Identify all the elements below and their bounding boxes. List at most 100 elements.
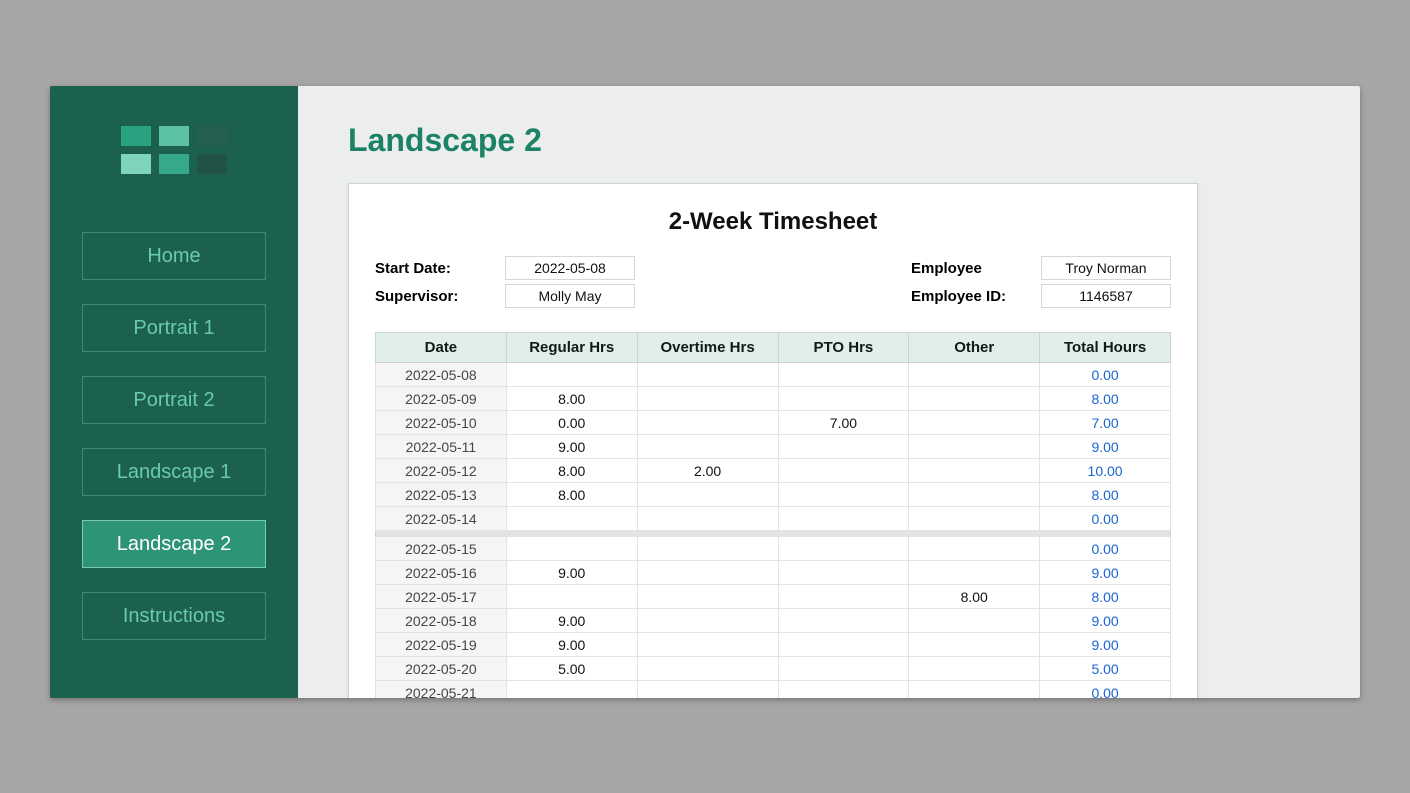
- regular-cell[interactable]: [506, 681, 637, 699]
- info-row-1: Start Date: 2022-05-08 Employee Troy Nor…: [375, 256, 1171, 280]
- date-cell: 2022-05-20: [376, 657, 507, 681]
- pto-cell[interactable]: [778, 459, 909, 483]
- table-row: 2022-05-140.00: [376, 507, 1171, 531]
- other-cell[interactable]: [909, 483, 1040, 507]
- overtime-cell[interactable]: [637, 387, 778, 411]
- regular-cell[interactable]: 8.00: [506, 387, 637, 411]
- table-row: 2022-05-100.007.007.00: [376, 411, 1171, 435]
- pto-cell[interactable]: [778, 387, 909, 411]
- sidebar-item-landscape-1[interactable]: Landscape 1: [82, 448, 266, 496]
- sidebar-nav: Home Portrait 1 Portrait 2 Landscape 1 Lands…: [82, 232, 266, 640]
- regular-cell[interactable]: 9.00: [506, 435, 637, 459]
- pto-cell[interactable]: [778, 585, 909, 609]
- table-row: 2022-05-205.005.00: [376, 657, 1171, 681]
- pto-cell[interactable]: [778, 633, 909, 657]
- other-cell[interactable]: [909, 387, 1040, 411]
- regular-cell[interactable]: [506, 507, 637, 531]
- supervisor-field[interactable]: Molly May: [505, 284, 635, 308]
- table-row: 2022-05-128.002.0010.00: [376, 459, 1171, 483]
- start-date-field[interactable]: 2022-05-08: [505, 256, 635, 280]
- pto-cell[interactable]: [778, 657, 909, 681]
- total-cell: 9.00: [1040, 633, 1171, 657]
- regular-cell[interactable]: [506, 363, 637, 387]
- other-cell[interactable]: [909, 459, 1040, 483]
- other-cell[interactable]: [909, 681, 1040, 699]
- regular-cell[interactable]: [506, 537, 637, 561]
- pto-cell[interactable]: [778, 537, 909, 561]
- other-cell[interactable]: [909, 561, 1040, 585]
- sidebar-item-landscape-2[interactable]: Landscape 2: [82, 520, 266, 568]
- other-cell[interactable]: [909, 537, 1040, 561]
- table-row: 2022-05-210.00: [376, 681, 1171, 699]
- regular-cell[interactable]: 0.00: [506, 411, 637, 435]
- other-cell[interactable]: [909, 363, 1040, 387]
- regular-cell[interactable]: [506, 585, 637, 609]
- date-cell: 2022-05-18: [376, 609, 507, 633]
- overtime-cell[interactable]: [637, 363, 778, 387]
- employee-label: Employee: [911, 260, 1041, 277]
- total-cell: 5.00: [1040, 657, 1171, 681]
- other-cell[interactable]: [909, 507, 1040, 531]
- employee-field[interactable]: Troy Norman: [1041, 256, 1171, 280]
- overtime-cell[interactable]: [637, 483, 778, 507]
- total-cell: 9.00: [1040, 561, 1171, 585]
- other-cell[interactable]: [909, 435, 1040, 459]
- overtime-cell[interactable]: [637, 507, 778, 531]
- other-cell[interactable]: [909, 609, 1040, 633]
- total-cell: 9.00: [1040, 609, 1171, 633]
- regular-cell[interactable]: 8.00: [506, 459, 637, 483]
- pto-cell[interactable]: [778, 609, 909, 633]
- pto-cell[interactable]: [778, 561, 909, 585]
- overtime-cell[interactable]: [637, 657, 778, 681]
- regular-cell[interactable]: 9.00: [506, 561, 637, 585]
- col-date: Date: [376, 333, 507, 363]
- other-cell[interactable]: [909, 657, 1040, 681]
- regular-cell[interactable]: 8.00: [506, 483, 637, 507]
- overtime-cell[interactable]: [637, 585, 778, 609]
- date-cell: 2022-05-16: [376, 561, 507, 585]
- sidebar-item-portrait-2[interactable]: Portrait 2: [82, 376, 266, 424]
- pto-cell[interactable]: [778, 507, 909, 531]
- total-cell: 8.00: [1040, 387, 1171, 411]
- total-cell: 0.00: [1040, 537, 1171, 561]
- employee-id-label: Employee ID:: [911, 288, 1041, 305]
- other-cell[interactable]: 8.00: [909, 585, 1040, 609]
- overtime-cell[interactable]: [637, 561, 778, 585]
- regular-cell[interactable]: 9.00: [506, 609, 637, 633]
- overtime-cell[interactable]: 2.00: [637, 459, 778, 483]
- content-area: Landscape 2 2-Week Timesheet Start Date:…: [298, 86, 1360, 698]
- table-header-row: Date Regular Hrs Overtime Hrs PTO Hrs Ot…: [376, 333, 1171, 363]
- col-regular: Regular Hrs: [506, 333, 637, 363]
- pto-cell[interactable]: [778, 681, 909, 699]
- table-row: 2022-05-080.00: [376, 363, 1171, 387]
- table-row: 2022-05-138.008.00: [376, 483, 1171, 507]
- sidebar-item-home[interactable]: Home: [82, 232, 266, 280]
- table-row: 2022-05-178.008.00: [376, 585, 1171, 609]
- overtime-cell[interactable]: [637, 681, 778, 699]
- regular-cell[interactable]: 9.00: [506, 633, 637, 657]
- app-frame: Home Portrait 1 Portrait 2 Landscape 1 Lands…: [50, 86, 1360, 698]
- pto-cell[interactable]: 7.00: [778, 411, 909, 435]
- overtime-cell[interactable]: [637, 537, 778, 561]
- timesheet-card: 2-Week Timesheet Start Date: 2022-05-08 …: [348, 183, 1198, 698]
- col-overtime: Overtime Hrs: [637, 333, 778, 363]
- logo-icon: [121, 126, 227, 174]
- pto-cell[interactable]: [778, 483, 909, 507]
- date-cell: 2022-05-09: [376, 387, 507, 411]
- total-cell: 8.00: [1040, 483, 1171, 507]
- pto-cell[interactable]: [778, 363, 909, 387]
- overtime-cell[interactable]: [637, 435, 778, 459]
- table-row: 2022-05-189.009.00: [376, 609, 1171, 633]
- other-cell[interactable]: [909, 633, 1040, 657]
- other-cell[interactable]: [909, 411, 1040, 435]
- date-cell: 2022-05-21: [376, 681, 507, 699]
- overtime-cell[interactable]: [637, 411, 778, 435]
- employee-id-field[interactable]: 1146587: [1041, 284, 1171, 308]
- sidebar-item-instructions[interactable]: Instructions: [82, 592, 266, 640]
- date-cell: 2022-05-15: [376, 537, 507, 561]
- overtime-cell[interactable]: [637, 633, 778, 657]
- pto-cell[interactable]: [778, 435, 909, 459]
- regular-cell[interactable]: 5.00: [506, 657, 637, 681]
- sidebar-item-portrait-1[interactable]: Portrait 1: [82, 304, 266, 352]
- overtime-cell[interactable]: [637, 609, 778, 633]
